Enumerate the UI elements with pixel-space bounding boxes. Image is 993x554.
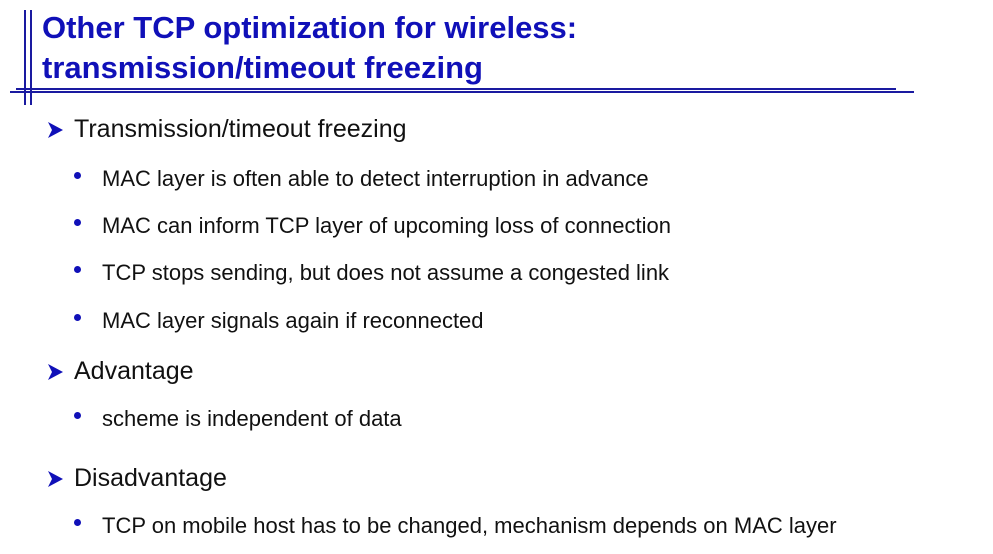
round-bullet-icon [74, 171, 81, 179]
title-underline [10, 91, 914, 93]
round-bullet-icon [74, 411, 81, 419]
list-item: scheme is independent of data [74, 406, 402, 432]
slide-title-line-1: Other TCP optimization for wireless: [42, 10, 578, 45]
list-item-text: TCP on mobile host has to be changed, me… [102, 513, 837, 538]
list-item-text: TCP stops sending, but does not assume a… [102, 260, 670, 285]
section-heading: Disadvantage [44, 464, 227, 493]
round-bullet-icon [74, 265, 81, 273]
list-item: MAC layer signals again if reconnected [74, 308, 484, 334]
list-item-text: MAC can inform TCP layer of upcoming los… [102, 213, 672, 238]
section-heading-text: Advantage [74, 357, 194, 385]
round-bullet-icon [74, 218, 81, 226]
section-heading: Advantage [44, 357, 194, 386]
list-item: MAC layer is often able to detect interr… [74, 166, 649, 192]
round-bullet-icon [74, 518, 81, 526]
round-bullet-icon [74, 313, 81, 321]
slide-title: Other TCP optimization for wireless: tra… [42, 8, 577, 88]
slide-title-line-2: transmission/timeout freezing [42, 50, 483, 85]
title-underline [16, 88, 896, 90]
list-item-text: scheme is independent of data [102, 406, 402, 431]
list-item: MAC can inform TCP layer of upcoming los… [74, 213, 671, 239]
list-item-text: MAC layer is often able to detect interr… [102, 166, 649, 191]
list-item: TCP on mobile host has to be changed, me… [74, 513, 837, 539]
section-heading: Transmission/timeout freezing [44, 115, 407, 144]
section-heading-text: Disadvantage [74, 464, 227, 492]
arrowhead-bullet-icon [48, 363, 63, 380]
arrowhead-bullet-icon [48, 121, 63, 138]
list-item-text: MAC layer signals again if reconnected [102, 308, 484, 333]
slide: Other TCP optimization for wireless: tra… [0, 0, 993, 554]
section-heading-text: Transmission/timeout freezing [74, 115, 407, 143]
arrowhead-bullet-icon [48, 470, 63, 487]
list-item: TCP stops sending, but does not assume a… [74, 260, 669, 286]
